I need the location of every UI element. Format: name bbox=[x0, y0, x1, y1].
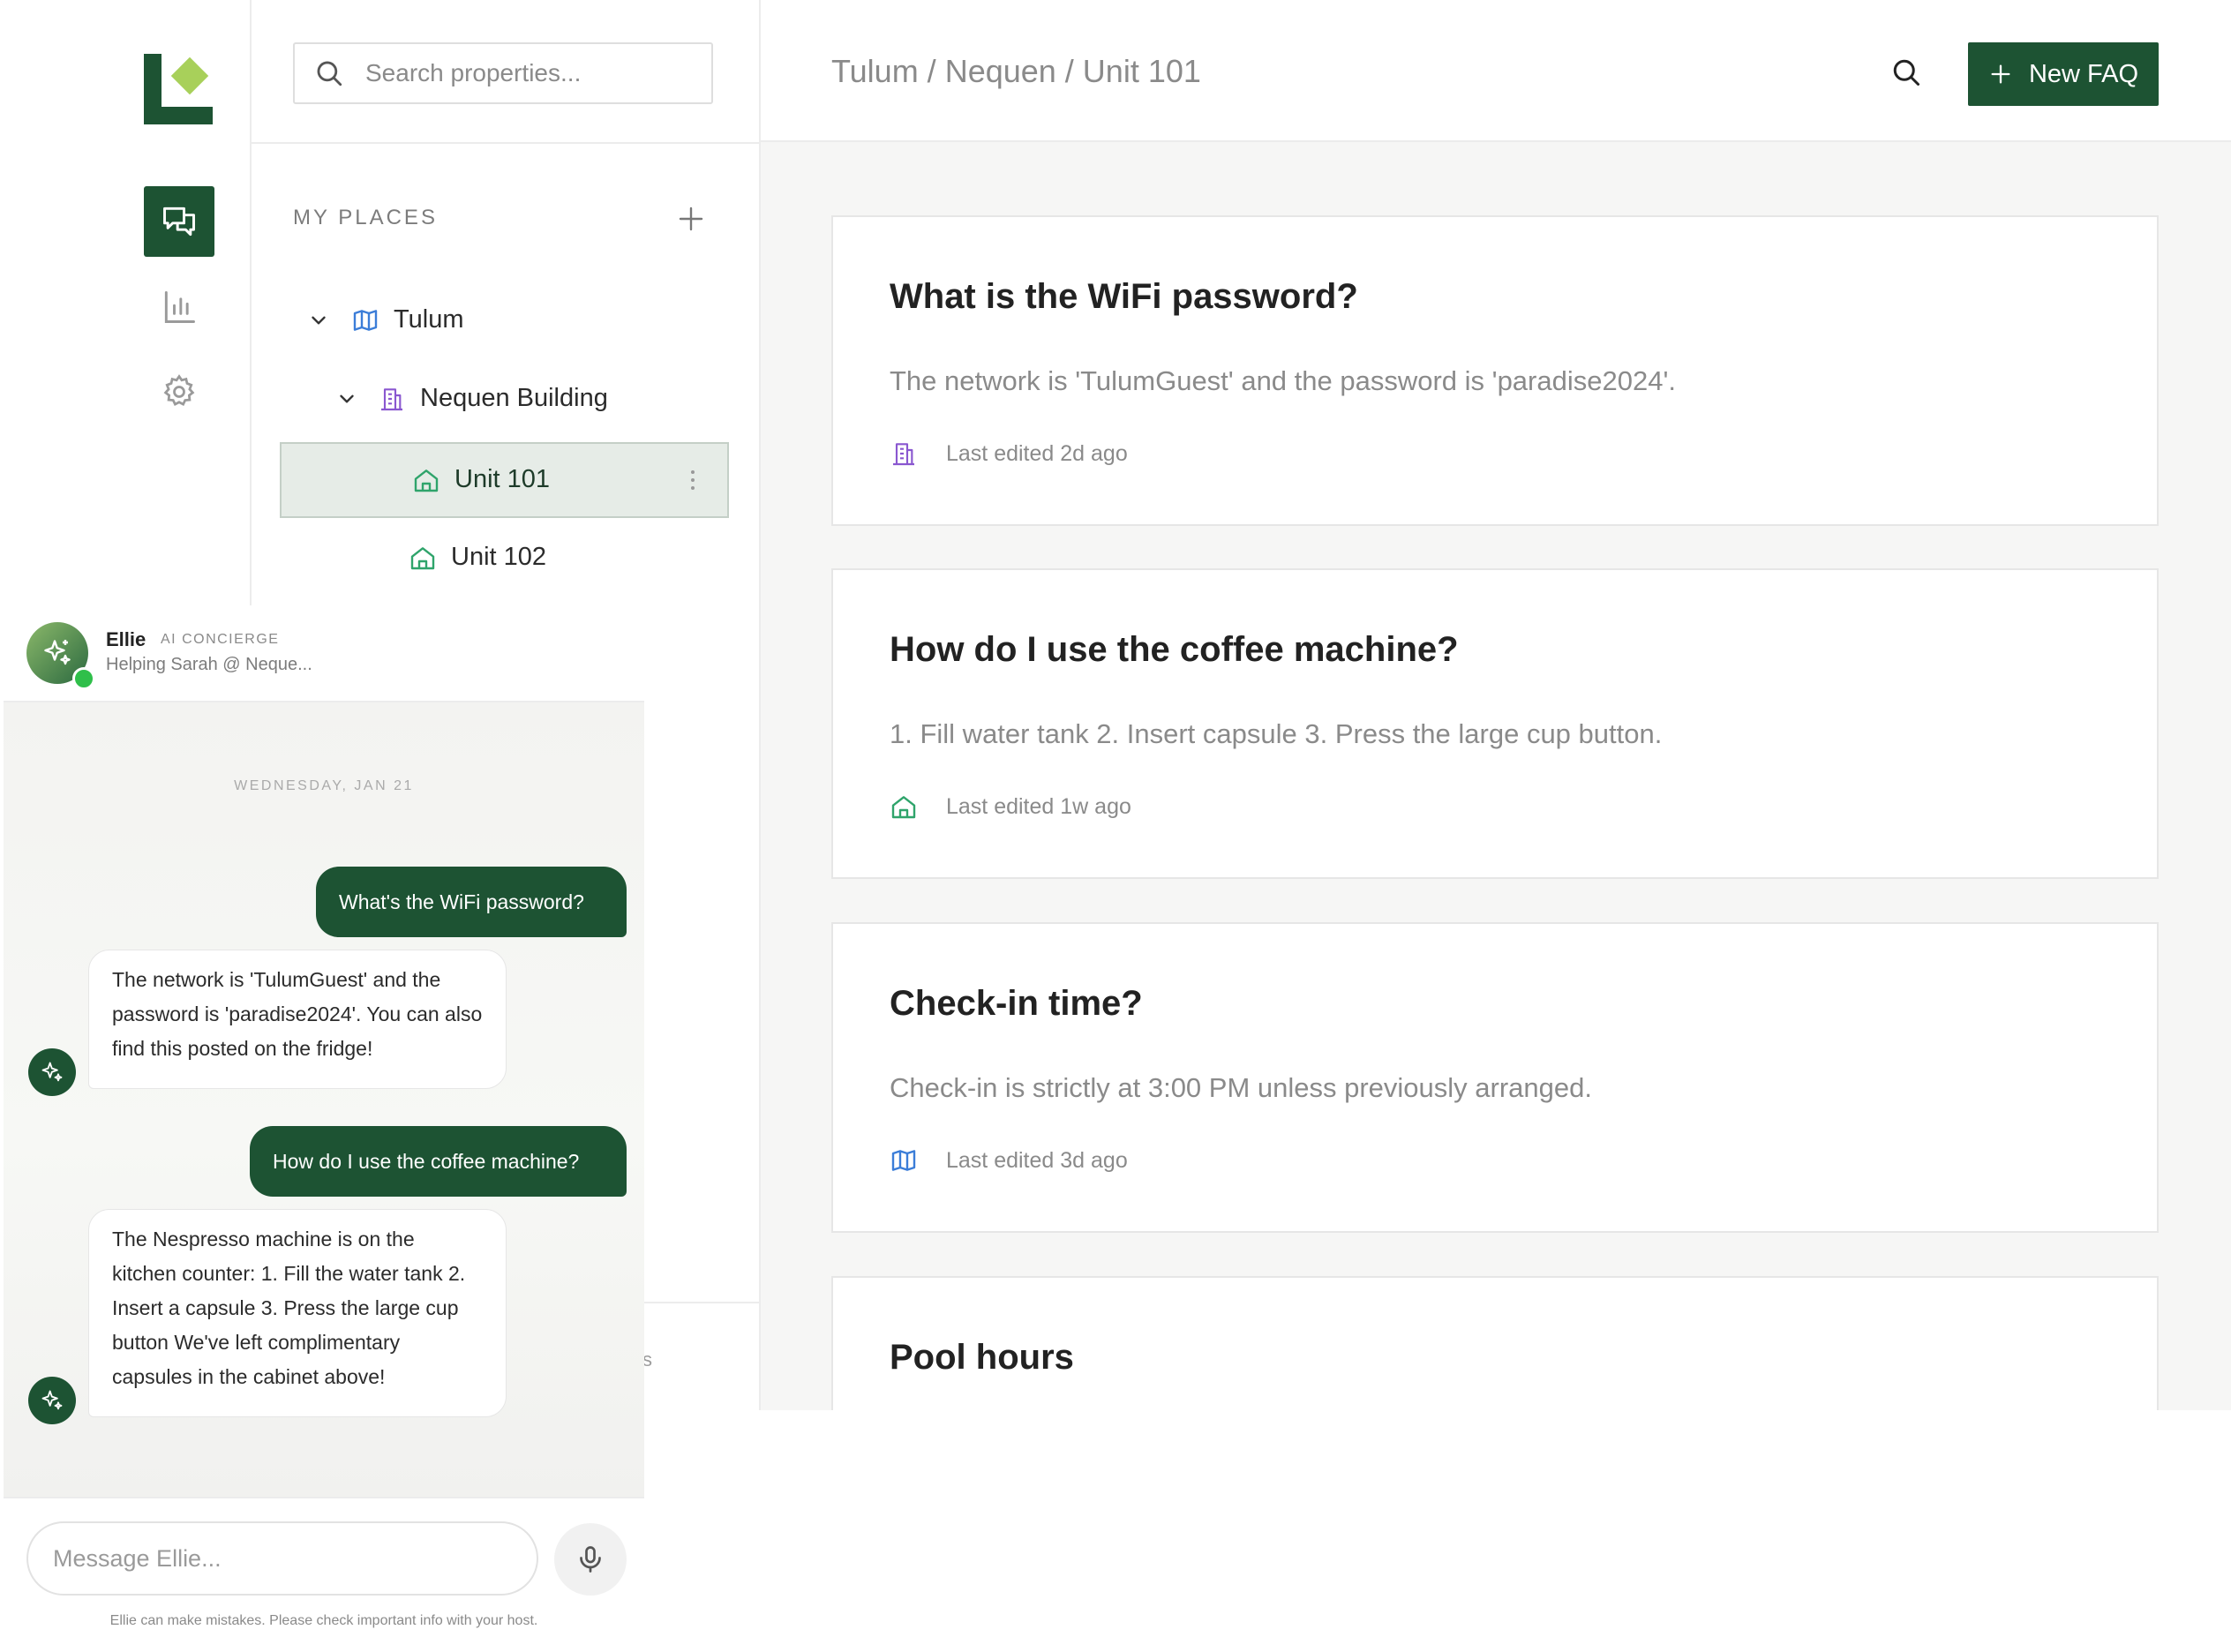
messages-icon bbox=[163, 206, 195, 237]
last-edited: Last edited 3d ago bbox=[946, 1147, 1128, 1173]
faq-question: What is the WiFi password? bbox=[890, 277, 1358, 316]
assistant-avatar bbox=[28, 1048, 76, 1096]
assistant-role: AI CONCIERGE bbox=[161, 632, 280, 647]
bar-chart-icon bbox=[164, 291, 195, 323]
last-edited: Last edited 1w ago bbox=[946, 793, 1131, 819]
microphone-button[interactable] bbox=[554, 1523, 627, 1596]
chat-panel: Ellie AI CONCIERGE Helping Sarah @ Neque… bbox=[4, 605, 644, 1652]
assistant-message: The network is 'TulumGuest' and the pass… bbox=[88, 950, 507, 1089]
date-separator: WEDNESDAY, JAN 21 bbox=[234, 778, 414, 793]
tree-item-label: Nequen Building bbox=[420, 384, 608, 412]
search-icon bbox=[317, 61, 342, 86]
map-icon bbox=[353, 309, 378, 331]
sparkles-icon bbox=[44, 640, 71, 665]
faq-main: Tulum / Nequen / Unit 101 New FAQ What i… bbox=[761, 0, 2231, 1410]
chat-composer: Ellie can make mistakes. Please check im… bbox=[4, 1497, 644, 1652]
tree-item-tulum[interactable]: Tulum bbox=[307, 305, 464, 334]
faq-card[interactable]: What is the WiFi password? The network i… bbox=[831, 215, 2159, 526]
tree-item-label: Unit 101 bbox=[454, 465, 551, 493]
divider bbox=[252, 142, 759, 144]
assistant-message: The Nespresso machine is on the kitchen … bbox=[88, 1209, 507, 1417]
faq-card[interactable]: Check-in time? Check-in is strictly at 3… bbox=[831, 922, 2159, 1233]
tree-item-label: Unit 102 bbox=[451, 543, 547, 571]
chevron-down-icon[interactable] bbox=[335, 387, 358, 410]
add-place-icon[interactable] bbox=[675, 203, 707, 235]
chat-disclaimer: Ellie can make mistakes. Please check im… bbox=[109, 1613, 538, 1628]
search-input[interactable] bbox=[364, 58, 702, 88]
chat-nav-button[interactable] bbox=[144, 186, 214, 257]
new-faq-button[interactable]: New FAQ bbox=[1968, 42, 2159, 106]
message-input[interactable] bbox=[26, 1521, 538, 1596]
faq-question: Pool hours bbox=[890, 1338, 1074, 1377]
faq-meta: Last edited 1w ago bbox=[890, 792, 1131, 821]
divider bbox=[644, 1302, 759, 1303]
section-title: MY PLACES bbox=[293, 206, 438, 229]
faq-card[interactable]: Pool hours bbox=[831, 1276, 2159, 1410]
tree-item-unit-101[interactable]: Unit 101 bbox=[280, 442, 729, 518]
user-message: What's the WiFi password? bbox=[316, 867, 627, 937]
faq-meta: Last edited 2d ago bbox=[890, 439, 1128, 468]
building-icon bbox=[893, 443, 914, 466]
faq-question: How do I use the coffee machine? bbox=[890, 630, 1459, 669]
faq-question: Check-in time? bbox=[890, 984, 1143, 1023]
home-icon bbox=[410, 546, 435, 569]
microphone-icon bbox=[580, 1546, 601, 1573]
plus-icon bbox=[1991, 64, 2010, 84]
faq-answer: The network is 'TulumGuest' and the pass… bbox=[890, 365, 1676, 396]
faq-answer: Check-in is strictly at 3:00 PM unless p… bbox=[890, 1072, 1592, 1103]
building-icon bbox=[381, 387, 402, 410]
new-faq-label: New FAQ bbox=[2028, 59, 2139, 88]
faq-answer: 1. Fill water tank 2. Insert capsule 3. … bbox=[890, 718, 1663, 749]
gear-icon bbox=[163, 374, 195, 406]
tree-item-label: Tulum bbox=[394, 305, 464, 334]
faq-meta: Last edited 3d ago bbox=[890, 1146, 1128, 1175]
faq-card[interactable]: How do I use the coffee machine? 1. Fill… bbox=[831, 568, 2159, 879]
analytics-nav-button[interactable] bbox=[144, 272, 214, 342]
sparkles-icon bbox=[41, 1062, 63, 1082]
breadcrumb: Tulum / Nequen / Unit 101 bbox=[831, 53, 1201, 89]
more-vertical-icon[interactable] bbox=[688, 469, 697, 492]
chat-messages[interactable]: WEDNESDAY, JAN 21 What's the WiFi passwo… bbox=[4, 702, 644, 1497]
settings-nav-button[interactable] bbox=[144, 357, 214, 427]
property-search[interactable] bbox=[293, 42, 713, 104]
tree-item-nequen-building[interactable]: Nequen Building bbox=[335, 384, 608, 413]
last-edited: Last edited 2d ago bbox=[946, 440, 1128, 466]
chevron-down-icon[interactable] bbox=[307, 309, 330, 332]
assistant-name: Ellie bbox=[106, 628, 146, 650]
tree-item-unit-102[interactable]: Unit 102 bbox=[409, 543, 546, 572]
online-status-dot bbox=[72, 667, 95, 690]
search-icon[interactable] bbox=[1890, 56, 1922, 88]
chat-header: Ellie AI CONCIERGE Helping Sarah @ Neque… bbox=[4, 605, 644, 702]
map-icon bbox=[891, 1150, 916, 1171]
home-icon bbox=[414, 469, 439, 492]
sparkles-icon bbox=[41, 1390, 63, 1410]
assistant-avatar bbox=[28, 1377, 76, 1424]
assistant-subtitle: Helping Sarah @ Neque... bbox=[106, 655, 312, 674]
app-logo[interactable] bbox=[144, 54, 214, 124]
top-bar: Tulum / Nequen / Unit 101 New FAQ bbox=[761, 0, 2231, 142]
home-icon bbox=[891, 796, 916, 819]
user-message: How do I use the coffee machine? bbox=[250, 1126, 627, 1197]
